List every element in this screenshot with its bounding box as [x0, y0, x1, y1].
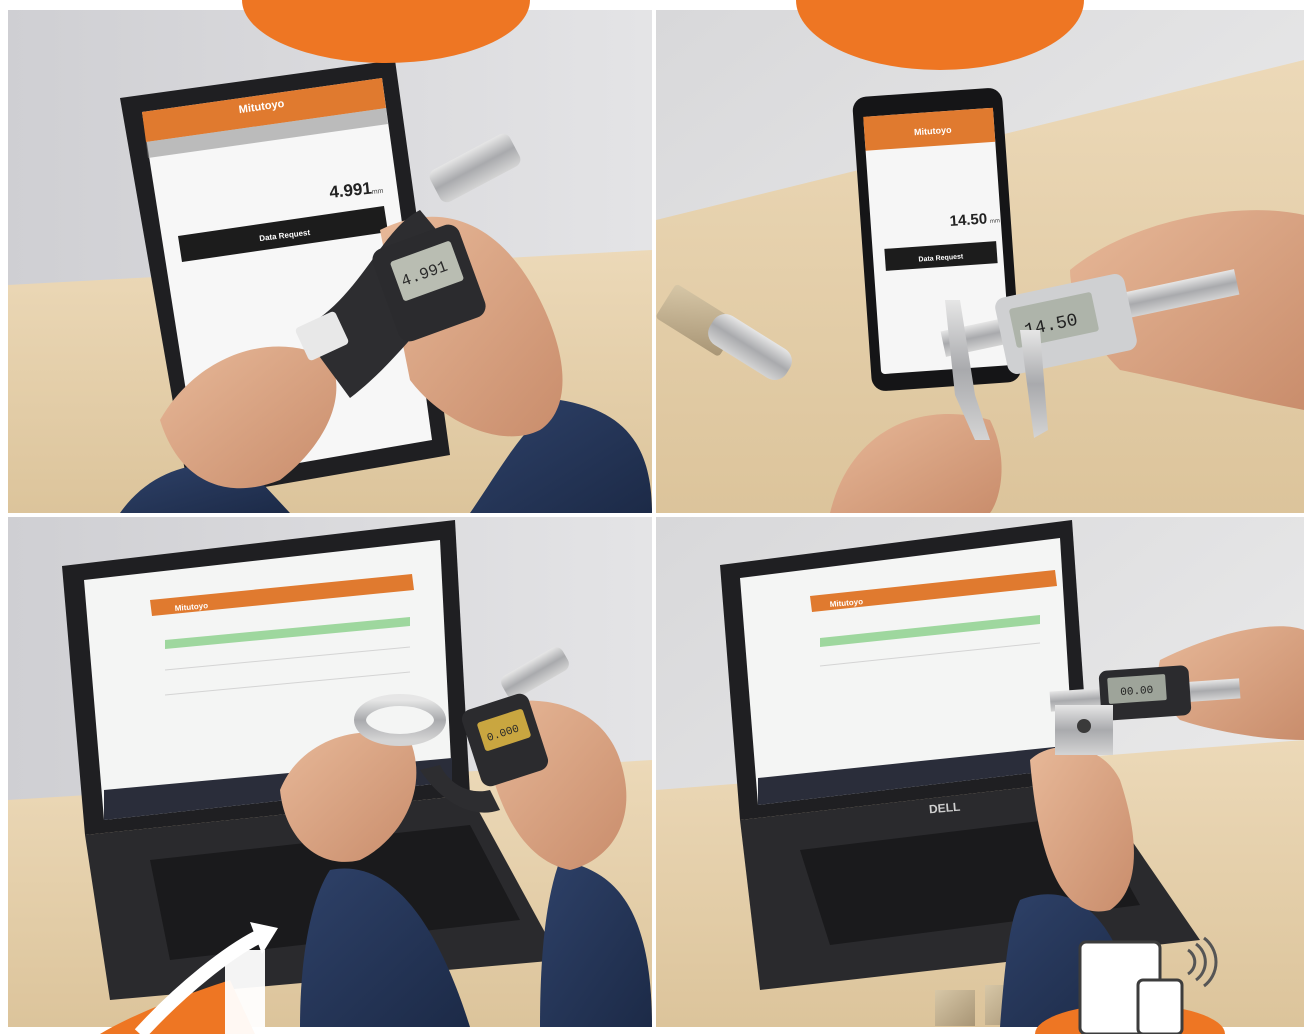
photo-collage: Mitutoyo 4.991 mm Data Request 4.991 Mit…	[0, 0, 1311, 1034]
phone-reading-unit: mm	[990, 218, 1000, 225]
laptop-brand-logo: DELL	[928, 800, 960, 817]
panel-laptop-caliper: Mitutoyo DELL 00.00	[656, 517, 1304, 1027]
smartphone-device: Mitutoyo 14.50 mm Data Request	[852, 88, 1022, 391]
phone-reading: 14.50	[949, 210, 988, 230]
caliper2-lcd: 00.00	[1120, 685, 1154, 699]
panel-tablet-micrometer: Mitutoyo 4.991 mm Data Request 4.991	[8, 10, 652, 513]
tablet-reading-unit: mm	[371, 188, 383, 196]
panel-laptop-micrometer: Mitutoyo 0.000	[8, 517, 652, 1027]
panel-phone-caliper: Mitutoyo 14.50 mm Data Request 14.50	[656, 10, 1304, 513]
